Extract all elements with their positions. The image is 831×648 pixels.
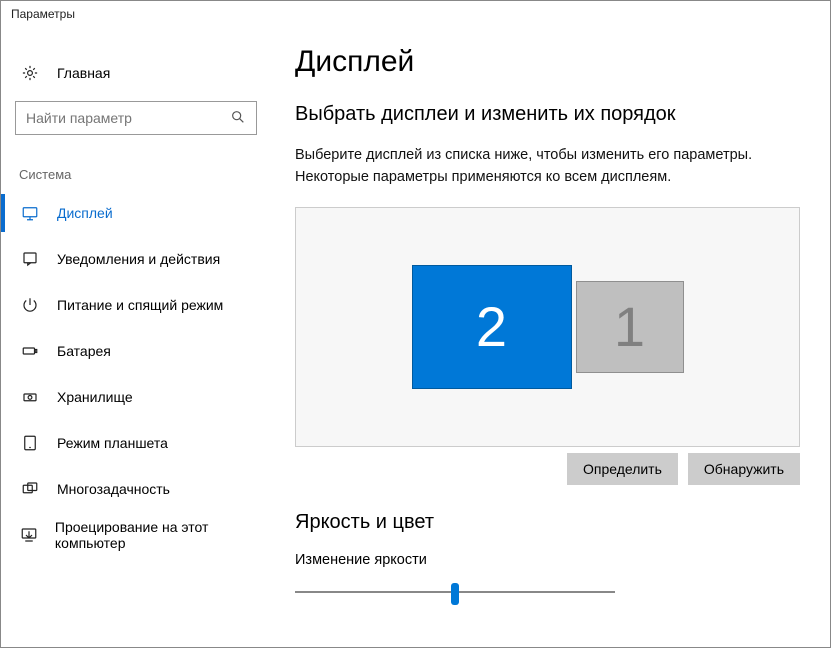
tablet-icon bbox=[19, 432, 41, 454]
window-body: Главная Система bbox=[1, 29, 830, 647]
page-title: Дисплей bbox=[295, 45, 800, 79]
search-field[interactable] bbox=[15, 101, 257, 135]
settings-window: Параметры Главная bbox=[0, 0, 831, 648]
storage-icon bbox=[19, 386, 41, 408]
search-container bbox=[1, 101, 271, 145]
nav-item-notifications[interactable]: Уведомления и действия bbox=[1, 236, 271, 282]
search-input[interactable] bbox=[26, 110, 230, 126]
nav-list: Дисплей Уведомления и действия bbox=[1, 190, 271, 558]
nav-item-battery[interactable]: Батарея bbox=[1, 328, 271, 374]
nav-item-label: Уведомления и действия bbox=[57, 251, 220, 267]
home-button[interactable]: Главная bbox=[1, 51, 271, 95]
monitor-2[interactable]: 2 bbox=[412, 265, 572, 389]
nav-item-label: Батарея bbox=[57, 343, 111, 359]
nav-item-label: Проецирование на этот компьютер bbox=[55, 519, 261, 551]
monitor-number: 1 bbox=[614, 294, 645, 359]
sidebar: Главная Система bbox=[1, 29, 271, 647]
main-content: Дисплей Выбрать дисплеи и изменить их по… bbox=[271, 29, 830, 647]
nav-item-label: Многозадачность bbox=[57, 481, 170, 497]
nav-item-label: Питание и спящий режим bbox=[57, 297, 223, 313]
nav-item-projecting[interactable]: Проецирование на этот компьютер bbox=[1, 512, 271, 558]
nav-item-label: Режим планшета bbox=[57, 435, 168, 451]
home-label: Главная bbox=[57, 65, 110, 81]
nav-item-label: Дисплей bbox=[57, 205, 113, 221]
nav-item-power[interactable]: Питание и спящий режим bbox=[1, 282, 271, 328]
search-icon bbox=[230, 109, 248, 127]
display-arrangement-area[interactable]: 2 1 bbox=[295, 207, 800, 447]
nav-item-multitasking[interactable]: Многозадачность bbox=[1, 466, 271, 512]
section-label: Система bbox=[1, 145, 271, 190]
notifications-icon bbox=[19, 248, 41, 270]
arrange-description: Выберите дисплей из списка ниже, чтобы и… bbox=[295, 144, 775, 189]
battery-icon bbox=[19, 340, 41, 362]
brightness-heading: Яркость и цвет bbox=[295, 511, 800, 534]
window-title: Параметры bbox=[1, 1, 830, 29]
identify-button[interactable]: Определить bbox=[567, 453, 678, 485]
gear-icon bbox=[19, 62, 41, 84]
project-icon bbox=[19, 524, 39, 546]
monitor-number: 2 bbox=[476, 294, 507, 359]
brightness-slider[interactable] bbox=[295, 580, 615, 606]
nav-item-display[interactable]: Дисплей bbox=[1, 190, 271, 236]
slider-thumb[interactable] bbox=[451, 583, 459, 605]
brightness-label: Изменение яркости bbox=[295, 552, 800, 568]
multitask-icon bbox=[19, 478, 41, 500]
nav-item-storage[interactable]: Хранилище bbox=[1, 374, 271, 420]
monitor-1[interactable]: 1 bbox=[576, 281, 684, 373]
display-icon bbox=[19, 202, 41, 224]
arrange-buttons: Определить Обнаружить bbox=[295, 453, 800, 485]
nav-item-tablet-mode[interactable]: Режим планшета bbox=[1, 420, 271, 466]
monitors-container: 2 1 bbox=[296, 208, 799, 446]
nav-item-label: Хранилище bbox=[57, 389, 133, 405]
detect-button[interactable]: Обнаружить bbox=[688, 453, 800, 485]
power-icon bbox=[19, 294, 41, 316]
arrange-heading: Выбрать дисплеи и изменить их порядок bbox=[295, 103, 800, 126]
